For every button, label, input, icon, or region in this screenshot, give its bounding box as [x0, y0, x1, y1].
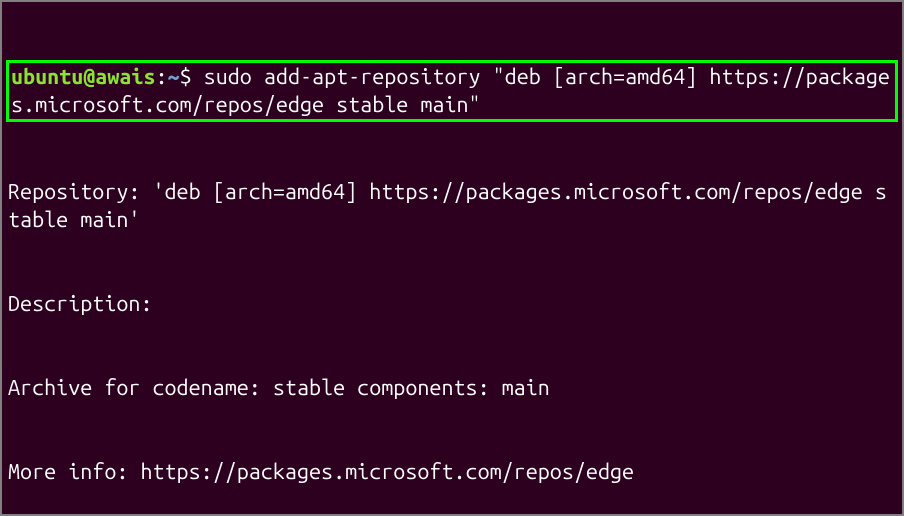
command-text [192, 65, 204, 89]
prompt-path: ~ [168, 65, 180, 89]
prompt-colon: : [155, 65, 167, 89]
command-highlight: ubuntu@awais:~$ sudo add-apt-repository … [6, 60, 898, 122]
terminal-window[interactable]: ubuntu@awais:~$ sudo add-apt-repository … [0, 0, 904, 516]
output-line: Description: [8, 290, 896, 318]
prompt-user-host: ubuntu@awais [11, 65, 155, 89]
output-line: More info: https://packages.microsoft.co… [8, 458, 896, 486]
prompt-dollar: $ [180, 65, 192, 89]
output-line: Archive for codename: stable components:… [8, 374, 896, 402]
output-line: Repository: 'deb [arch=amd64] https://pa… [8, 178, 896, 234]
